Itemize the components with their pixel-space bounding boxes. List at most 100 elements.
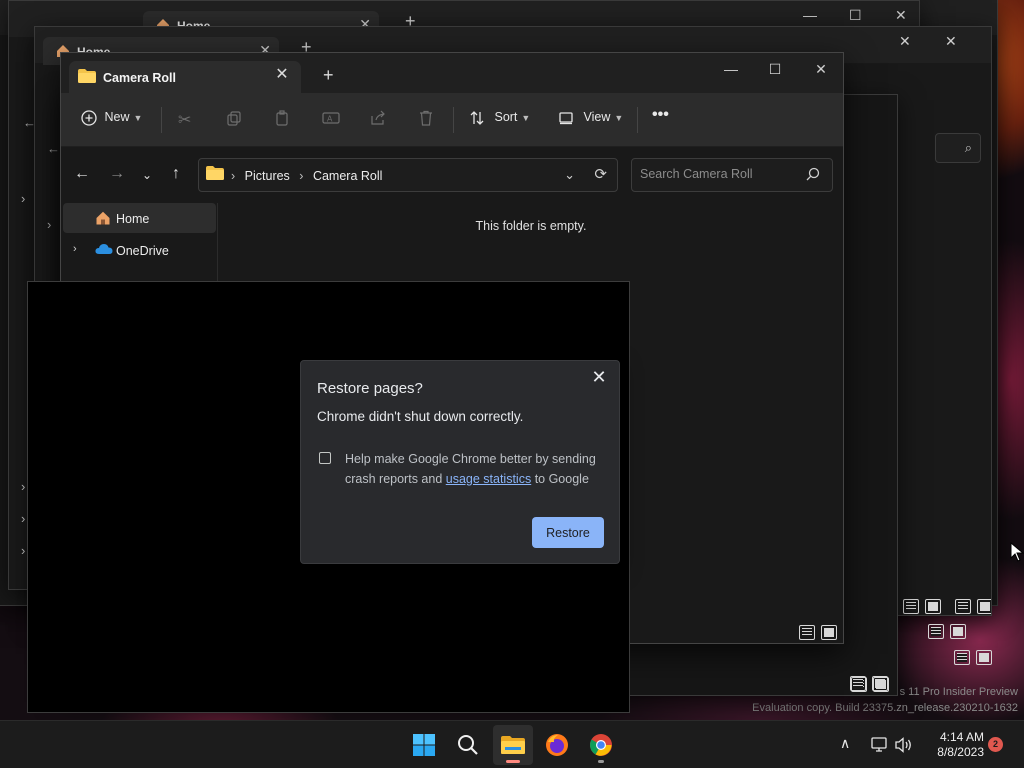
toolbar-divider (637, 107, 638, 133)
nav-item-label: Home (116, 212, 150, 226)
file-explorer-taskbar-button[interactable] (493, 725, 533, 765)
view-toggle-buttons[interactable] (799, 625, 843, 641)
command-bar: New ▼ ✂ A Sort ▼ View ▼ ••• (61, 93, 843, 147)
expand-chevron-icon[interactable]: › (21, 479, 25, 494)
background-search-box[interactable]: ⌕ (935, 133, 981, 163)
volume-icon[interactable] (895, 737, 913, 753)
crash-report-checkbox[interactable] (319, 452, 331, 464)
help-text-suffix: to Google (531, 472, 589, 486)
usage-statistics-link[interactable]: usage statistics (446, 472, 531, 486)
paste-icon (276, 110, 288, 126)
nav-item-onedrive[interactable]: › OneDrive (63, 235, 216, 265)
view-icon (559, 112, 573, 125)
notification-badge[interactable]: 2 (988, 737, 1003, 752)
copy-button[interactable] (226, 110, 242, 130)
chevron-down-icon: ▼ (133, 113, 143, 124)
windows-logo-icon (413, 734, 435, 756)
home-icon (96, 211, 110, 225)
forward-arrow-icon[interactable]: → (106, 165, 128, 185)
expand-chevron-icon[interactable]: › (21, 511, 25, 526)
expand-chevron-icon[interactable]: › (21, 191, 25, 206)
empty-folder-message: This folder is empty. (475, 219, 587, 233)
breadcrumb-pictures[interactable]: Pictures (245, 169, 290, 183)
tab-bar: Camera Roll ✕ + — ☐ ✕ (61, 53, 843, 93)
address-bar[interactable]: › Pictures › Camera Roll ⌄ ⟳ (198, 158, 618, 192)
chrome-taskbar-button[interactable] (581, 725, 621, 765)
windows-watermark-line1: s 11 Pro Insider Preview (899, 686, 1018, 698)
expand-chevron-icon[interactable]: › (73, 243, 77, 255)
breadcrumb-camera-roll[interactable]: Camera Roll (313, 169, 382, 183)
cut-icon: ✂ (178, 112, 192, 129)
nav-item-home[interactable]: Home (63, 203, 216, 233)
more-options-icon: ••• (652, 106, 669, 123)
clock-time: 4:14 AM (939, 730, 984, 744)
folder-icon (501, 736, 525, 754)
back-arrow-icon[interactable]: ← (47, 141, 60, 156)
address-dropdown-icon[interactable]: ⌄ (564, 167, 575, 183)
tab-camera-roll[interactable]: Camera Roll ✕ (69, 61, 301, 93)
firefox-icon (546, 734, 568, 756)
sort-icon (470, 111, 484, 125)
trash-icon (420, 110, 432, 126)
paste-button[interactable] (274, 110, 290, 130)
dialog-message: Chrome didn't shut down correctly. (317, 409, 524, 424)
search-icon (458, 735, 478, 755)
dialog-title: Restore pages? (317, 380, 423, 397)
add-circle-icon (81, 110, 97, 126)
expand-chevron-icon[interactable]: › (47, 217, 51, 232)
view-toggle-buttons[interactable] (903, 599, 947, 615)
refresh-icon[interactable]: ⟳ (594, 165, 607, 183)
start-button[interactable] (404, 725, 444, 765)
search-box[interactable] (631, 158, 833, 192)
new-label: New (104, 110, 130, 125)
window-controls[interactable]: ✕ ✕ (899, 33, 991, 57)
folder-icon (206, 166, 224, 180)
view-button[interactable]: View ▼ (558, 110, 623, 130)
active-indicator (506, 760, 520, 763)
view-toggle-buttons[interactable] (955, 599, 991, 615)
mouse-cursor-icon (1010, 542, 1024, 562)
firefox-taskbar-button[interactable] (537, 725, 577, 765)
onedrive-cloud-icon (95, 244, 113, 254)
new-tab-icon[interactable]: + (323, 65, 334, 86)
view-toggle-buttons[interactable] (954, 650, 998, 666)
breadcrumb-chevron-icon: › (299, 169, 304, 183)
clock-date: 8/8/2023 (937, 745, 984, 759)
view-toggle-buttons[interactable] (850, 676, 894, 692)
windows-watermark-line2: Evaluation copy. Build 23375.zn_release.… (752, 702, 1018, 714)
back-arrow-icon[interactable]: ← (71, 165, 93, 185)
network-icon[interactable] (871, 737, 889, 753)
recent-locations-chevron-icon[interactable]: ⌄ (136, 168, 158, 188)
view-toggle-buttons[interactable] (928, 624, 972, 640)
minimize-icon[interactable]: — (711, 57, 751, 81)
new-button[interactable]: New ▼ (81, 110, 142, 130)
expand-chevron-icon[interactable]: › (21, 543, 25, 558)
toolbar-divider (161, 107, 162, 133)
close-icon[interactable]: ✕ (589, 367, 609, 387)
breadcrumb-chevron-icon: › (231, 169, 236, 183)
more-options-button[interactable]: ••• (652, 106, 669, 126)
search-icon (806, 167, 820, 181)
cut-button[interactable]: ✂ (178, 110, 191, 130)
share-icon (371, 110, 385, 125)
show-hidden-icons-chevron-icon[interactable]: ∧ (840, 735, 850, 752)
restore-pages-dialog: Restore pages? ✕ Chrome didn't shut down… (300, 360, 620, 564)
up-arrow-icon[interactable]: ↑ (165, 165, 187, 185)
rename-button[interactable]: A (322, 110, 340, 130)
close-window-icon[interactable]: ✕ (801, 57, 841, 81)
close-tab-icon[interactable]: ✕ (273, 66, 291, 84)
restore-button[interactable]: Restore (532, 517, 604, 548)
delete-button[interactable] (418, 110, 434, 130)
search-button[interactable] (448, 725, 488, 765)
maximize-icon[interactable]: ☐ (755, 57, 795, 81)
sort-button[interactable]: Sort ▼ (469, 110, 530, 130)
share-button[interactable] (370, 110, 386, 130)
view-label: View (583, 110, 611, 125)
search-icon: ⌕ (964, 140, 972, 155)
sort-label: Sort (494, 110, 518, 125)
search-input[interactable] (640, 167, 800, 181)
nav-item-label: OneDrive (116, 244, 169, 258)
clock[interactable]: 4:14 AM 8/8/2023 (920, 730, 984, 760)
svg-text:A: A (327, 115, 333, 124)
rename-icon: A (322, 112, 340, 124)
